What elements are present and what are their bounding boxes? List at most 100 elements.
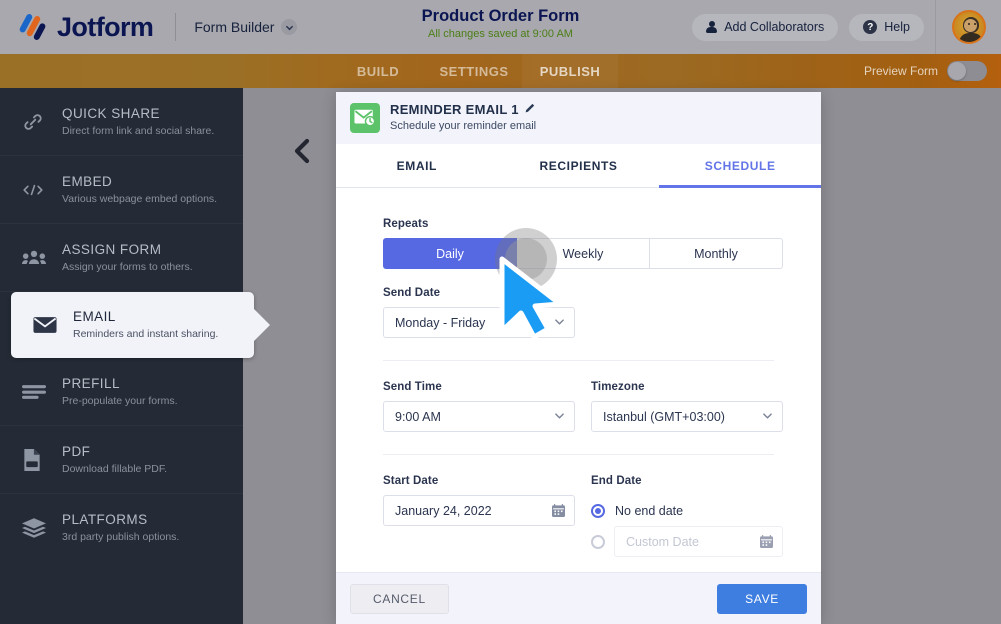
sidebar-item-email[interactable]: EMAIL Reminders and instant sharing.	[11, 292, 254, 358]
timezone-field: Timezone Istanbul (GMT+03:00)	[591, 381, 783, 432]
nav-tab-publish-label: PUBLISH	[540, 64, 601, 79]
nav-tab-build-label: BUILD	[357, 64, 399, 79]
tab-recipients-label: RECIPIENTS	[540, 159, 618, 173]
preview-form-control[interactable]: Preview Form	[864, 54, 987, 88]
repeats-option-weekly[interactable]: Weekly	[517, 238, 650, 269]
sidebar-item-sub: 3rd party publish options.	[62, 530, 179, 545]
end-date-no-end-row[interactable]: No end date	[591, 495, 783, 526]
sidebar-item-pdf[interactable]: PDF Download fillable PDF.	[0, 426, 243, 494]
timezone-select[interactable]: Istanbul (GMT+03:00)	[591, 401, 783, 432]
modal-header: REMINDER EMAIL 1 Schedule your reminder …	[336, 92, 821, 144]
tab-schedule-label: SCHEDULE	[705, 159, 776, 173]
section-divider-1	[383, 360, 774, 361]
send-date-value: Monday - Friday	[395, 316, 485, 330]
start-date-value: January 24, 2022	[395, 504, 492, 518]
nav-tab-publish[interactable]: PUBLISH	[522, 54, 618, 88]
product-menu[interactable]: Form Builder	[194, 19, 297, 35]
back-chevron-icon[interactable]	[292, 138, 312, 168]
pdf-file-icon	[22, 449, 56, 471]
sidebar-item-sub: Pre-populate your forms.	[62, 394, 178, 409]
send-time-select[interactable]: 9:00 AM	[383, 401, 575, 432]
repeats-option-daily[interactable]: Daily	[383, 238, 517, 269]
calendar-icon[interactable]	[760, 535, 773, 548]
send-time-field: Send Time 9:00 AM	[383, 381, 575, 432]
avatar[interactable]	[952, 10, 986, 44]
repeats-label: Repeats	[383, 218, 774, 230]
top-bar: Jotform Form Builder Product Order Form …	[0, 0, 1001, 54]
repeats-segmented-control: Daily Weekly Monthly	[383, 238, 783, 269]
jotform-logo-icon	[18, 12, 48, 42]
end-date-custom-placeholder: Custom Date	[626, 535, 699, 549]
sidebar-item-quick-share[interactable]: QUICK SHARE Direct form link and social …	[0, 88, 243, 156]
lines-icon	[22, 384, 56, 400]
sidebar-item-sub: Reminders and instant sharing.	[73, 327, 218, 342]
date-row: Start Date January 24, 2022	[383, 475, 774, 557]
tab-schedule[interactable]: SCHEDULE	[659, 144, 821, 187]
pencil-icon[interactable]	[524, 102, 535, 118]
sidebar-item-title: PREFILL	[62, 376, 120, 391]
main-nav-bar: BUILD SETTINGS PUBLISH Preview Form	[0, 54, 1001, 88]
sidebar-item-sub: Direct form link and social share.	[62, 124, 214, 139]
end-date-field: End Date No end date Custom Date	[591, 475, 783, 557]
repeats-option-monthly[interactable]: Monthly	[650, 238, 783, 269]
start-date-input[interactable]: January 24, 2022	[383, 495, 575, 526]
repeats-option-daily-label: Daily	[436, 247, 464, 261]
sidebar-item-assign-form[interactable]: ASSIGN FORM Assign your forms to others.	[0, 224, 243, 292]
tab-recipients[interactable]: RECIPIENTS	[498, 144, 660, 187]
avatar-body	[959, 33, 983, 44]
start-date-label: Start Date	[383, 475, 575, 487]
send-time-label: Send Time	[383, 381, 575, 393]
chevron-down-icon	[554, 410, 565, 424]
help-label: Help	[884, 20, 910, 34]
brand-name: Jotform	[57, 12, 153, 43]
time-row: Send Time 9:00 AM Timezone Istanbul (GMT…	[383, 381, 774, 432]
link-icon	[22, 111, 56, 133]
top-bar-actions: Add Collaborators ? Help	[692, 0, 1001, 54]
timezone-label: Timezone	[591, 381, 783, 393]
avatar-eye-right	[974, 23, 976, 25]
help-button[interactable]: ? Help	[849, 14, 924, 41]
sidebar-item-embed[interactable]: EMBED Various webpage embed options.	[0, 156, 243, 224]
brand-logo[interactable]: Jotform	[0, 12, 153, 43]
end-date-no-end-label: No end date	[615, 504, 683, 518]
envelope-icon	[33, 316, 67, 334]
add-collaborators-button[interactable]: Add Collaborators	[692, 14, 838, 41]
sidebar-item-prefill[interactable]: PREFILL Pre-populate your forms.	[0, 358, 243, 426]
avatar-face	[964, 19, 977, 32]
modal-subtitle: Schedule your reminder email	[390, 119, 536, 134]
chevron-down-icon	[281, 19, 297, 35]
repeats-option-weekly-label: Weekly	[563, 247, 604, 261]
modal-title: REMINDER EMAIL 1	[390, 102, 519, 118]
code-icon	[22, 182, 56, 198]
sidebar-item-sub: Assign your forms to others.	[62, 260, 193, 275]
end-date-custom-row[interactable]: Custom Date	[591, 526, 783, 557]
modal-body: Repeats Daily Weekly Monthly Send Date M…	[336, 188, 821, 572]
publish-sidebar: QUICK SHARE Direct form link and social …	[0, 88, 243, 624]
cancel-button[interactable]: CANCEL	[350, 584, 449, 614]
send-date-select[interactable]: Monday - Friday	[383, 307, 575, 338]
tab-email[interactable]: EMAIL	[336, 144, 498, 187]
modal-footer: CANCEL SAVE	[336, 572, 821, 624]
preview-form-label: Preview Form	[864, 64, 938, 78]
avatar-eye-left	[968, 23, 970, 25]
end-date-label: End Date	[591, 475, 783, 487]
top-divider	[175, 13, 176, 41]
nav-tab-build[interactable]: BUILD	[330, 54, 426, 88]
tab-email-label: EMAIL	[397, 159, 437, 173]
sidebar-item-sub: Various webpage embed options.	[62, 192, 217, 207]
send-date-label: Send Date	[383, 287, 774, 299]
nav-tab-settings[interactable]: SETTINGS	[426, 54, 522, 88]
avatar-cell[interactable]	[935, 0, 1001, 54]
sidebar-item-title: PLATFORMS	[62, 512, 148, 527]
start-date-field: Start Date January 24, 2022	[383, 475, 575, 557]
nav-tabs: BUILD SETTINGS PUBLISH	[330, 54, 618, 88]
calendar-icon[interactable]	[552, 504, 565, 517]
sidebar-item-platforms[interactable]: PLATFORMS 3rd party publish options.	[0, 494, 243, 562]
end-date-custom-radio[interactable]	[591, 535, 605, 549]
preview-form-toggle[interactable]	[947, 61, 987, 81]
save-button[interactable]: SAVE	[717, 584, 807, 614]
end-date-no-end-radio[interactable]	[591, 504, 605, 518]
repeats-option-monthly-label: Monthly	[694, 247, 738, 261]
end-date-custom-input[interactable]: Custom Date	[614, 526, 783, 557]
people-icon	[22, 250, 56, 266]
